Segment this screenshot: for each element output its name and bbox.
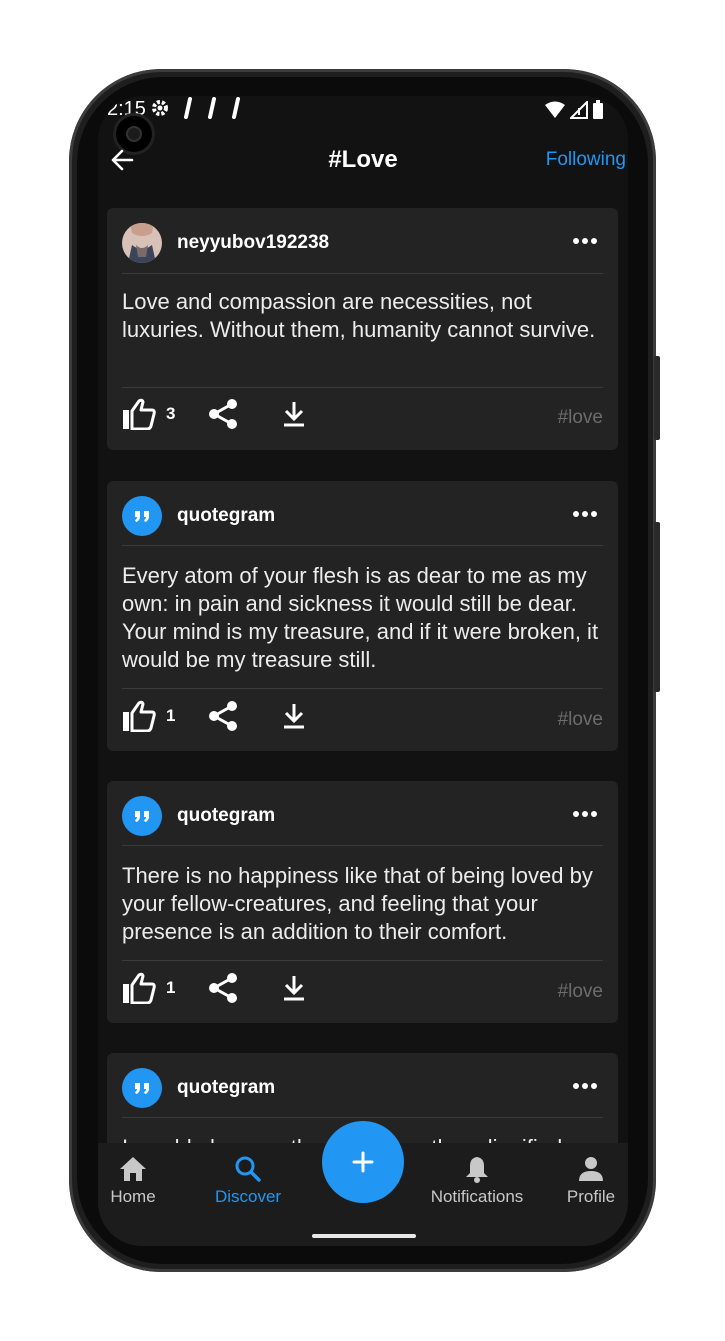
app-bar: #Love Following — [98, 136, 628, 186]
home-icon — [120, 1157, 146, 1181]
nav-home[interactable]: Home — [98, 1155, 178, 1207]
divider — [122, 545, 603, 546]
search-icon — [235, 1156, 261, 1182]
nav-discover[interactable]: Discover — [203, 1155, 293, 1207]
download-icon[interactable] — [282, 972, 306, 1004]
share-icon[interactable] — [208, 398, 238, 430]
like-button[interactable]: 3 — [122, 398, 175, 430]
create-post-button[interactable] — [322, 1121, 404, 1203]
username[interactable]: neyyubov192238 — [177, 232, 329, 254]
post-header: quotegram — [107, 481, 618, 547]
avatar[interactable] — [122, 796, 162, 836]
post-card: quotegram Every atom of your flesh is as… — [107, 481, 618, 751]
post-actions: 3 #love — [122, 398, 603, 438]
post-header: quotegram — [107, 1053, 618, 1119]
post-header: neyyubov192238 — [107, 208, 618, 274]
nav-label: Home — [110, 1187, 156, 1206]
more-options-icon[interactable] — [572, 1081, 598, 1091]
username[interactable]: quotegram — [177, 1077, 275, 1099]
divider — [122, 960, 603, 961]
person-icon — [579, 1157, 603, 1181]
thumbs-up-icon — [123, 398, 156, 430]
post-text: Every atom of your flesh is as dear to m… — [122, 563, 599, 672]
nav-label: Notifications — [430, 1187, 524, 1206]
status-icons-right — [544, 100, 604, 120]
divider — [122, 688, 603, 689]
status-icons-left — [150, 97, 242, 119]
more-options-icon[interactable] — [572, 236, 598, 246]
divider — [122, 273, 603, 274]
screen: 2:15 #Love Following neyyubov192238 Love… — [98, 96, 628, 1246]
username[interactable]: quotegram — [177, 505, 275, 527]
share-icon[interactable] — [208, 972, 238, 1004]
volume-button — [654, 356, 660, 440]
following-button[interactable]: Following — [546, 149, 626, 171]
divider — [122, 845, 603, 846]
post-card: quotegram There is no happiness like tha… — [107, 781, 618, 1023]
like-count: 3 — [166, 404, 176, 423]
hashtag-link[interactable]: #love — [558, 709, 603, 731]
post-feed[interactable]: neyyubov192238 Love and compassion are n… — [98, 208, 628, 1143]
avatar[interactable] — [122, 496, 162, 536]
notification-mark-icon — [184, 97, 192, 119]
status-bar: 2:15 — [98, 96, 628, 124]
like-count: 1 — [166, 978, 176, 997]
notification-mark-icon — [208, 97, 216, 119]
more-options-icon[interactable] — [572, 509, 598, 519]
nav-notifications[interactable]: Notifications — [424, 1155, 530, 1207]
user-photo-icon — [122, 223, 162, 263]
thumbs-up-icon — [123, 972, 156, 1004]
thumbs-up-icon — [123, 700, 156, 732]
more-options-icon[interactable] — [572, 809, 598, 819]
post-actions: 1 #love — [122, 700, 603, 740]
hashtag-link[interactable]: #love — [558, 407, 603, 429]
bell-icon — [466, 1157, 488, 1183]
divider — [122, 1117, 603, 1118]
download-icon[interactable] — [282, 700, 306, 732]
divider — [122, 387, 603, 388]
wifi-icon — [545, 101, 565, 118]
nav-label: Discover — [214, 1187, 282, 1206]
post-actions: 1 #love — [122, 972, 603, 1012]
notification-mark-icon — [232, 97, 240, 119]
nav-profile[interactable]: Profile — [546, 1155, 628, 1207]
battery-icon — [593, 100, 603, 119]
plus-icon — [352, 1151, 374, 1173]
post-card: neyyubov192238 Love and compassion are n… — [107, 208, 618, 450]
like-count: 1 — [166, 706, 176, 725]
power-button — [654, 522, 660, 692]
hashtag-link[interactable]: #love — [558, 981, 603, 1003]
signal-icon — [570, 101, 588, 119]
post-header: quotegram — [107, 781, 618, 847]
post-text: There is no happiness like that of being… — [122, 863, 593, 944]
username[interactable]: quotegram — [177, 805, 275, 827]
share-icon[interactable] — [208, 700, 238, 732]
like-button[interactable]: 1 — [122, 700, 175, 732]
quote-icon — [135, 511, 149, 522]
quote-icon — [135, 1083, 149, 1094]
like-button[interactable]: 1 — [122, 972, 175, 1004]
download-icon[interactable] — [282, 398, 306, 430]
home-indicator[interactable] — [312, 1234, 416, 1238]
avatar[interactable] — [122, 223, 162, 263]
quote-icon — [135, 811, 149, 822]
post-text: Love and compassion are necessities, not… — [122, 289, 596, 342]
settings-icon — [152, 100, 168, 116]
avatar[interactable] — [122, 1068, 162, 1108]
nav-label: Profile — [566, 1187, 616, 1206]
